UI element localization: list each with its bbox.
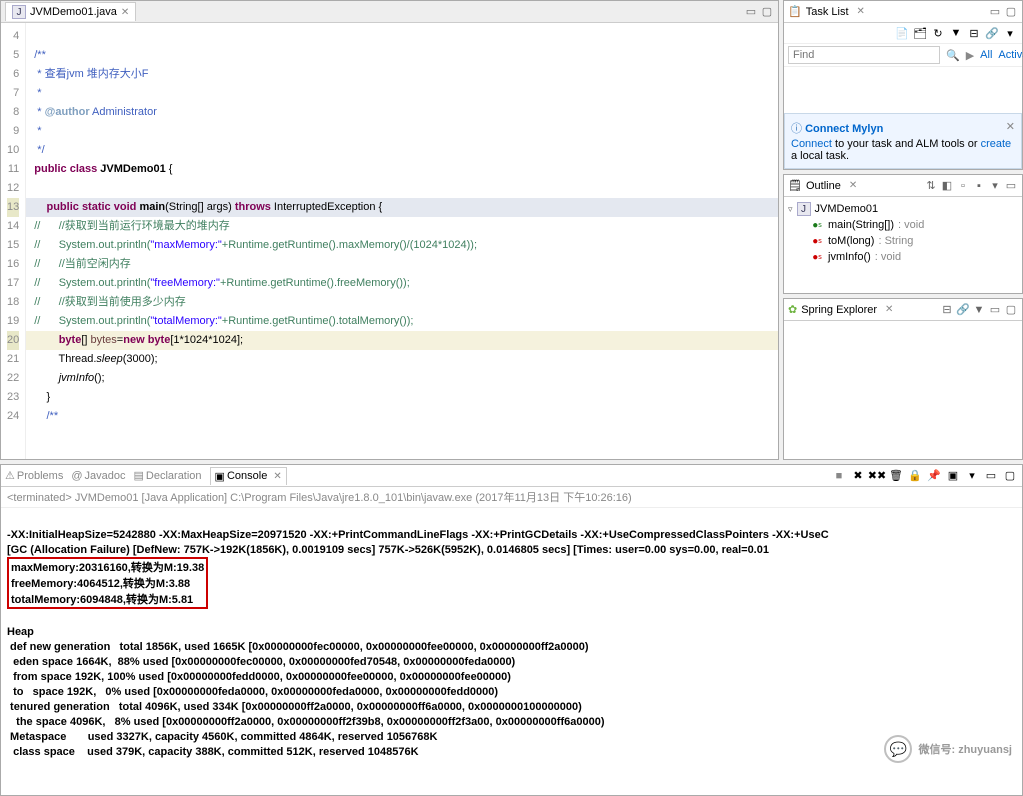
line-gutter: 456789101112131415161718192021222324	[1, 23, 26, 459]
categorize-icon[interactable]: 🗂	[912, 25, 928, 41]
activate-link[interactable]: Activate...	[998, 49, 1023, 61]
bottom-tab-bar: ⚠Problems @Javadoc ▤Declaration ▣Console…	[1, 465, 1022, 487]
task-list-panel: 📋 Task List ✕ ▭▢ 📄 🗂 ↻ ▼ ⊟ 🔗 ▾ 🔍 ▶ All A…	[783, 0, 1023, 170]
filter-icon[interactable]: ▼	[972, 303, 986, 317]
close-icon[interactable]: ✕	[849, 180, 857, 191]
minimize-icon[interactable]: ▭	[744, 5, 758, 19]
sort-icon[interactable]: ⇅	[924, 179, 938, 193]
maximize-icon[interactable]: ▢	[1004, 5, 1018, 19]
all-link[interactable]: All	[980, 49, 992, 61]
tab-declaration[interactable]: ▤Declaration	[134, 469, 202, 482]
minimize-icon[interactable]: ▭	[1004, 179, 1018, 193]
menu-icon[interactable]: ▾	[1002, 25, 1018, 41]
close-icon[interactable]: ✕	[1006, 120, 1015, 133]
minimize-icon[interactable]: ▭	[988, 303, 1002, 317]
pin-icon[interactable]: 📌	[926, 468, 942, 484]
console-icon: ▣	[215, 470, 225, 483]
close-icon[interactable]: ✕	[273, 471, 281, 482]
editor-tab-bar: JVMDemo01.java ✕ ▭ ▢	[1, 1, 778, 23]
menu-icon[interactable]: ▾	[988, 179, 1002, 193]
editor-pane: JVMDemo01.java ✕ ▭ ▢ 4567891011121314151…	[0, 0, 779, 460]
minimize-icon[interactable]: ▭	[988, 5, 1002, 19]
refresh-icon[interactable]: ↻	[930, 25, 946, 41]
javadoc-icon: @	[71, 470, 82, 482]
hide-static-icon[interactable]: ▪	[972, 179, 986, 193]
tab-console[interactable]: ▣Console✕	[210, 467, 287, 485]
tab-javadoc[interactable]: @Javadoc	[71, 470, 125, 482]
launch-info: <terminated> JVMDemo01 [Java Application…	[1, 487, 1022, 508]
spring-explorer-panel: ✿ Spring Explorer ✕ ⊟ 🔗 ▼ ▭ ▢	[783, 298, 1023, 460]
mylyn-title: Connect Mylyn	[805, 123, 883, 135]
outline-item[interactable]: ●smain(String[]) : void	[788, 217, 1018, 233]
code-content[interactable]: /** * 查看jvm 堆内存大小F * * @author Administr…	[26, 23, 778, 459]
close-icon[interactable]: ✕	[121, 7, 129, 18]
new-task-icon[interactable]: 📄	[894, 25, 910, 41]
console-toolbar: ■ ✖ ✖✖ 🗑 🔒 📌 ▣ ▾ ▭ ▢	[831, 468, 1018, 484]
outline-root[interactable]: JVMDemo01	[815, 203, 879, 215]
link-icon[interactable]: 🔗	[956, 303, 970, 317]
minimize-icon[interactable]: ▭	[983, 468, 999, 484]
create-link[interactable]: create	[981, 138, 1012, 150]
watermark: 💬 微信号: zhuyuansj	[884, 735, 1012, 763]
code-area[interactable]: 456789101112131415161718192021222324 /**…	[1, 23, 778, 459]
spring-title[interactable]: Spring Explorer	[797, 302, 881, 318]
spring-icon: ✿	[788, 303, 797, 316]
hide-fields-icon[interactable]: ▫	[956, 179, 970, 193]
maximize-icon[interactable]: ▢	[1002, 468, 1018, 484]
mylyn-banner: ⓘ Connect Mylyn ✕ Connect to your task a…	[784, 113, 1022, 169]
file-tab[interactable]: JVMDemo01.java ✕	[5, 2, 136, 21]
outline-tree[interactable]: ▿ JVMDemo01 ●smain(String[]) : void●stoM(…	[784, 197, 1022, 269]
wechat-icon: 💬	[884, 735, 912, 763]
outline-icon: 🗒	[788, 179, 802, 192]
find-row: 🔍 ▶ All Activate...	[784, 44, 1022, 67]
outline-title[interactable]: Outline	[802, 178, 845, 194]
maximize-icon[interactable]: ▢	[760, 5, 774, 19]
close-icon[interactable]: ✕	[857, 6, 865, 17]
connect-link[interactable]: Connect	[791, 138, 832, 150]
info-icon: ⓘ	[791, 123, 802, 135]
class-icon	[797, 202, 811, 216]
tasklist-icon: 📋	[788, 5, 802, 18]
maximize-icon[interactable]: ▢	[1004, 303, 1018, 317]
method-icon: ●s	[810, 250, 824, 264]
remove-all-icon[interactable]: ✖✖	[869, 468, 885, 484]
expand-icon[interactable]: ▿	[788, 204, 793, 215]
terminate-icon[interactable]: ■	[831, 468, 847, 484]
display-icon[interactable]: ▣	[945, 468, 961, 484]
declaration-icon: ▤	[134, 469, 144, 482]
outline-item[interactable]: ●sjvmInfo() : void	[788, 249, 1018, 265]
method-icon: ●s	[810, 218, 824, 232]
remove-icon[interactable]: ✖	[850, 468, 866, 484]
bottom-panel: ⚠Problems @Javadoc ▤Declaration ▣Console…	[0, 464, 1023, 796]
tasklist-title[interactable]: Task List	[802, 4, 853, 20]
outline-panel: 🗒 Outline ✕ ⇅ ◧ ▫ ▪ ▾ ▭ ▿ JVMDemo01 ●smai…	[783, 174, 1023, 294]
outline-item[interactable]: ●stoM(long) : String	[788, 233, 1018, 249]
problems-icon: ⚠	[5, 469, 15, 482]
collapse-icon[interactable]: ⊟	[966, 25, 982, 41]
find-input[interactable]	[788, 46, 940, 64]
tab-problems[interactable]: ⚠Problems	[5, 469, 63, 482]
open-console-icon[interactable]: ▾	[964, 468, 980, 484]
filter-icon[interactable]: ◧	[940, 179, 954, 193]
method-icon: ●s	[810, 234, 824, 248]
scroll-lock-icon[interactable]: 🔒	[907, 468, 923, 484]
tasklist-toolbar: 📄 🗂 ↻ ▼ ⊟ 🔗 ▾	[784, 23, 1022, 44]
synchronize-icon[interactable]: 🔗	[984, 25, 1000, 41]
file-tab-label: JVMDemo01.java	[30, 6, 117, 18]
clear-icon[interactable]: 🗑	[888, 468, 904, 484]
memory-highlight-box: maxMemory:20316160,转换为M:19.38 freeMemory…	[7, 557, 208, 609]
close-icon[interactable]: ✕	[885, 304, 893, 315]
heap-output: Heap def new generation total 1856K, use…	[7, 626, 605, 758]
search-icon[interactable]: 🔍	[946, 49, 960, 62]
collapse-icon[interactable]: ⊟	[940, 303, 954, 317]
console-output[interactable]: -XX:InitialHeapSize=5242880 -XX:MaxHeapS…	[1, 508, 1022, 795]
java-file-icon	[12, 5, 26, 19]
filter-icon[interactable]: ▼	[948, 25, 964, 41]
